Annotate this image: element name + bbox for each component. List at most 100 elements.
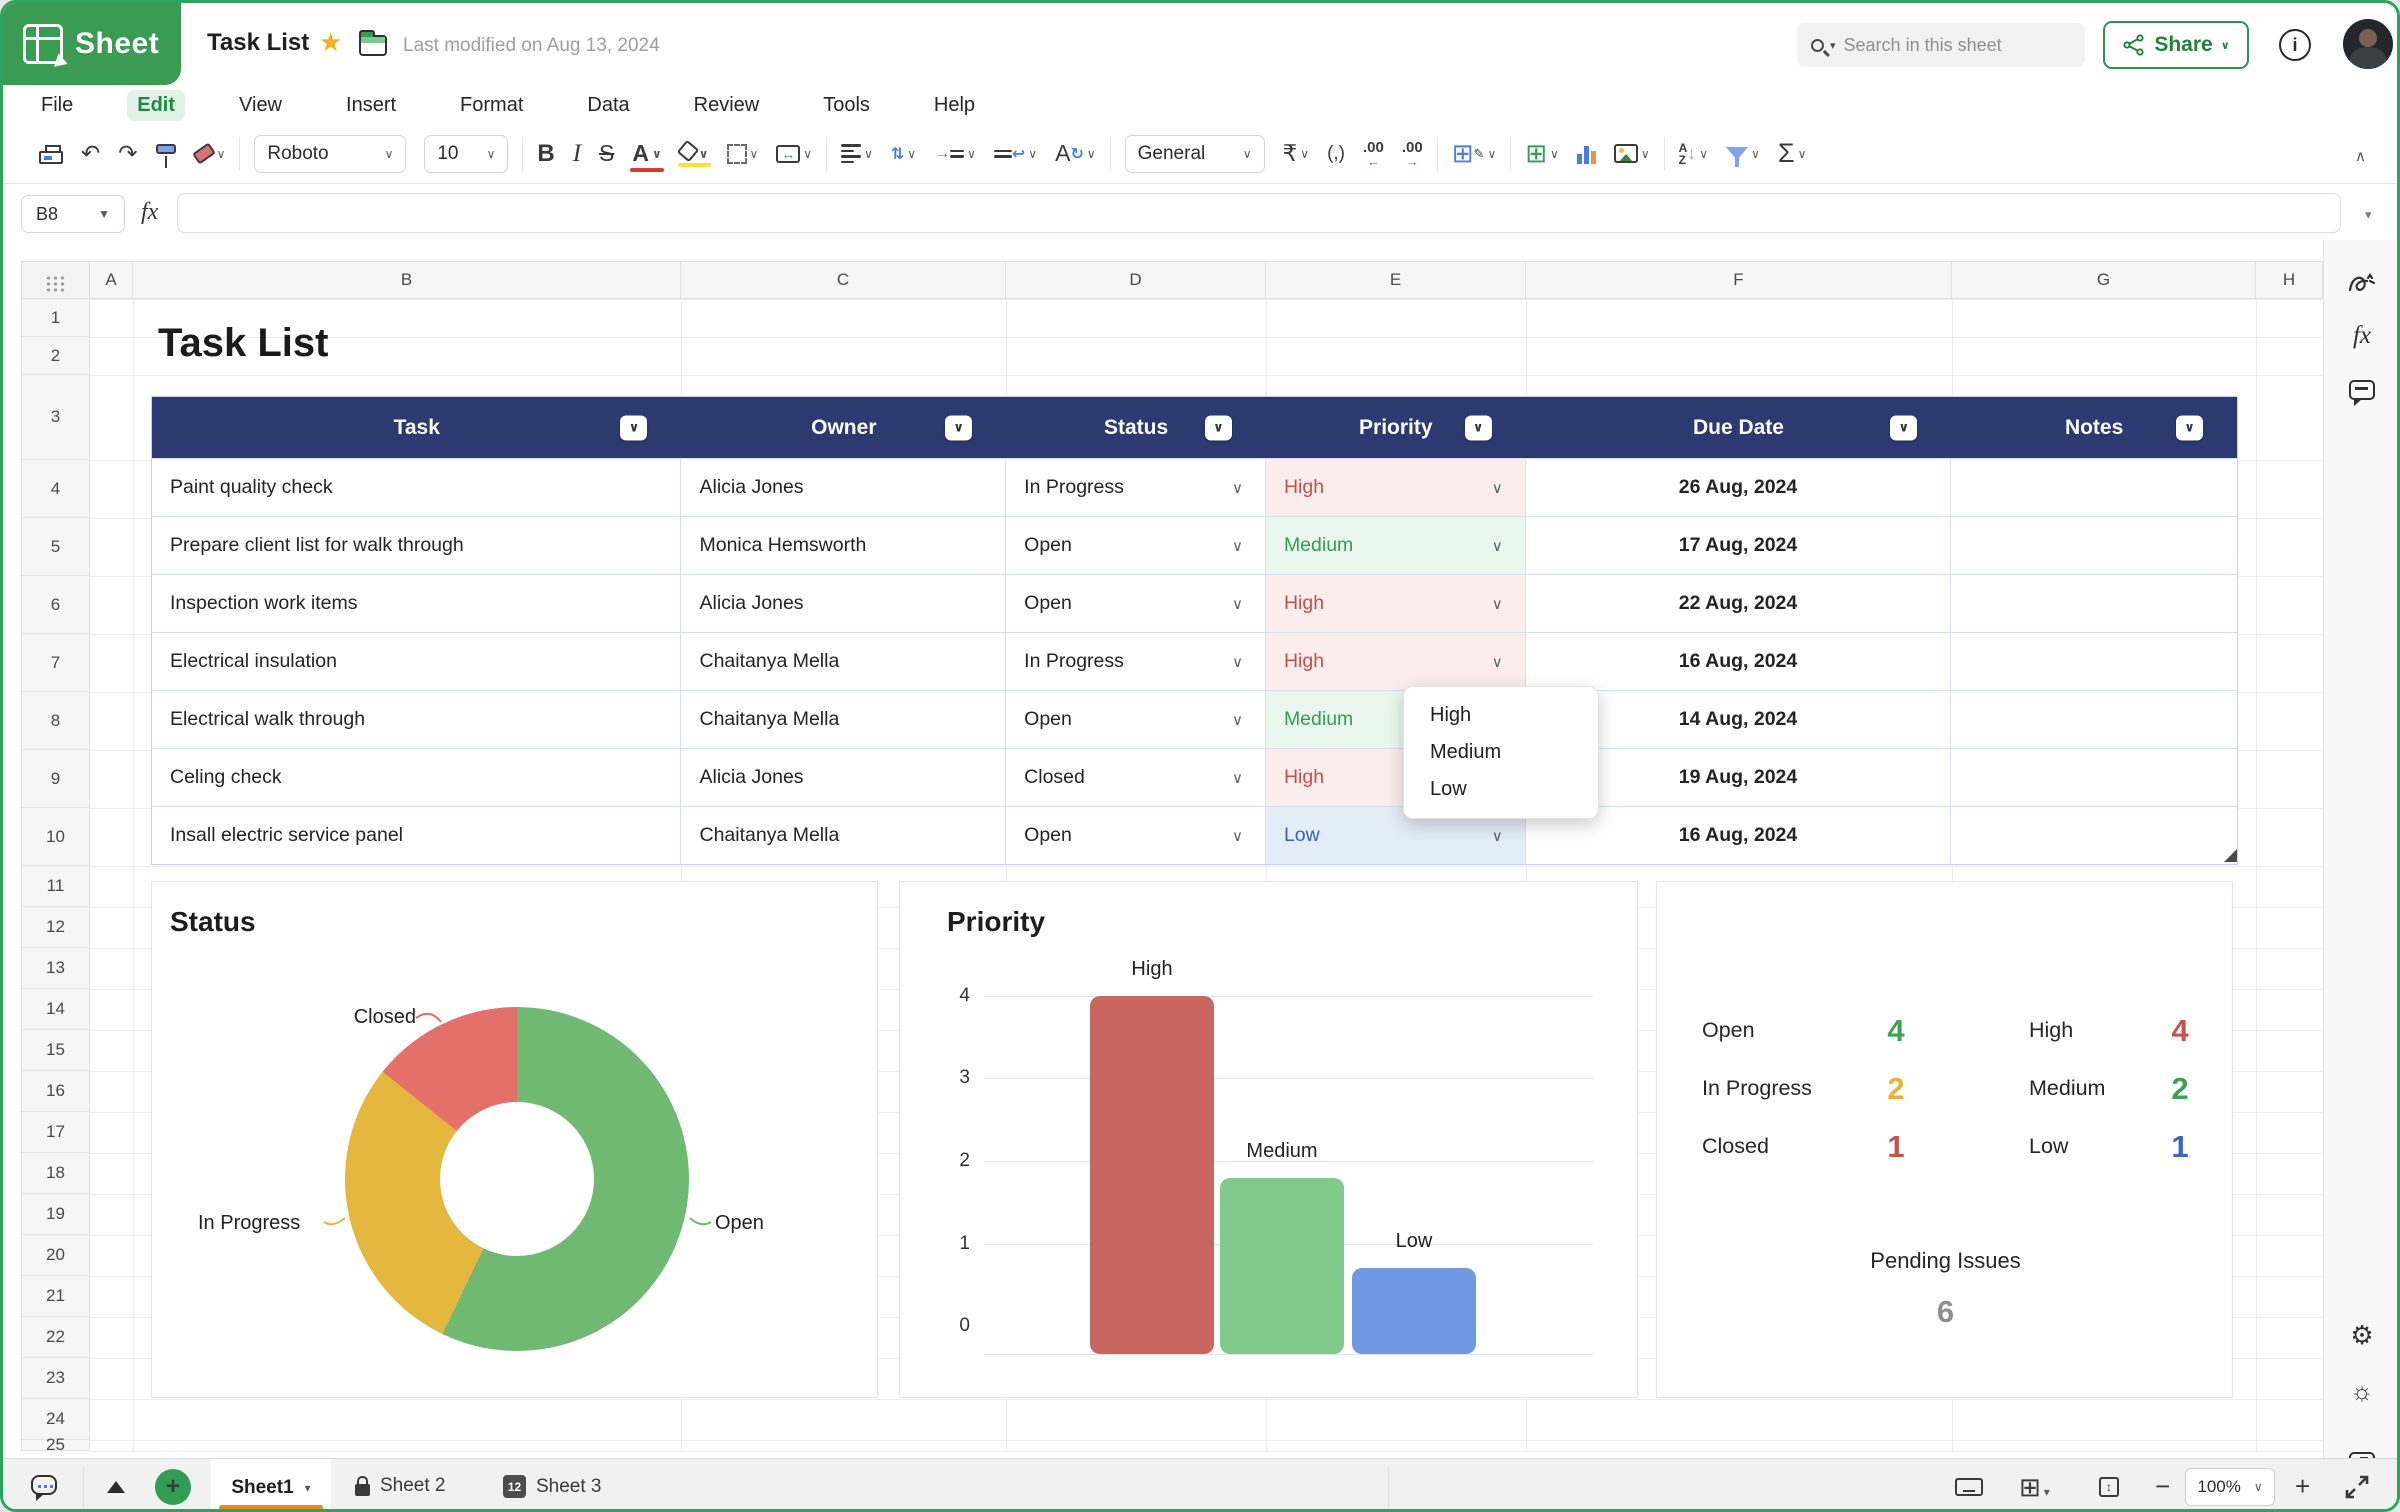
due-date-cell[interactable]: 26 Aug, 2024 <box>1526 459 1952 516</box>
column-header-F[interactable]: F <box>1526 261 1952 299</box>
format-painter-button[interactable] <box>156 144 176 164</box>
filter-button[interactable]: ∨ <box>1726 147 1760 161</box>
favorite-star-icon[interactable]: ★ <box>319 27 342 58</box>
filter-dropdown-icon[interactable]: ∨ <box>1205 415 1232 440</box>
filter-dropdown-icon[interactable]: ∨ <box>1465 415 1492 440</box>
priority-cell[interactable]: Medium∨ <box>1266 517 1526 574</box>
text-rotate-button[interactable]: A↻∨ <box>1055 140 1096 167</box>
sum-button[interactable]: Σ∨ <box>1778 138 1807 169</box>
user-avatar[interactable] <box>2343 19 2393 69</box>
menu-insert[interactable]: Insert <box>336 90 406 121</box>
priority-chart-card[interactable]: Priority 43210HighMediumLow <box>899 881 1638 1398</box>
due-date-cell[interactable]: 22 Aug, 2024 <box>1526 575 1952 632</box>
header-task[interactable]: Task∨ <box>152 397 681 458</box>
owner-cell[interactable]: Alicia Jones <box>681 459 1006 516</box>
column-header-E[interactable]: E <box>1266 261 1526 299</box>
filter-dropdown-icon[interactable]: ∨ <box>945 415 972 440</box>
comments-panel-icon[interactable] <box>2349 380 2375 400</box>
task-cell[interactable]: Paint quality check <box>152 459 681 516</box>
menu-data[interactable]: Data <box>577 90 639 121</box>
header-notes[interactable]: Notes∨ <box>1951 397 2237 458</box>
row-header-7[interactable]: 7 <box>21 634 90 692</box>
increase-decimal-button[interactable]: .00→ <box>1402 140 1423 168</box>
task-cell[interactable]: Inspection work items <box>152 575 681 632</box>
fullscreen-icon[interactable] <box>2343 1473 2371 1501</box>
insert-image-button[interactable]: ∨ <box>1614 144 1650 163</box>
row-header-14[interactable]: 14 <box>21 989 90 1030</box>
undo-button[interactable]: ↶ <box>81 140 100 167</box>
row-header-3[interactable]: 3 <box>21 375 90 460</box>
row-header-24[interactable]: 24 <box>21 1399 90 1440</box>
owner-cell[interactable]: Chaitanya Mella <box>681 633 1006 690</box>
strikethrough-button[interactable]: S <box>599 140 614 167</box>
menu-view[interactable]: View <box>229 90 292 121</box>
owner-cell[interactable]: Monica Hemsworth <box>681 517 1006 574</box>
italic-button[interactable]: I <box>573 140 581 168</box>
dropdown-option-medium[interactable]: Medium <box>1404 734 1598 771</box>
status-dropdown-icon[interactable]: ∨ <box>1232 711 1243 729</box>
notes-cell[interactable] <box>1951 575 2237 632</box>
status-cell[interactable]: Open∨ <box>1006 807 1266 864</box>
priority-dropdown-icon[interactable]: ∨ <box>1492 479 1503 497</box>
due-date-cell[interactable]: 17 Aug, 2024 <box>1526 517 1952 574</box>
zoom-in-button[interactable]: + <box>2295 1471 2310 1502</box>
sheet-search[interactable]: ▾ <box>1797 23 2085 67</box>
column-header-A[interactable]: A <box>90 261 133 299</box>
sheet-tab-2[interactable]: Sheet 2 <box>355 1475 446 1497</box>
status-dropdown-icon[interactable]: ∨ <box>1232 595 1243 613</box>
row-header-23[interactable]: 23 <box>21 1358 90 1399</box>
theme-toggle-icon[interactable]: ☼ <box>2350 1376 2374 1407</box>
owner-cell[interactable]: Chaitanya Mella <box>681 807 1006 864</box>
formula-bar-expand-icon[interactable]: ▾ <box>2365 207 2372 223</box>
status-cell[interactable]: Open∨ <box>1006 691 1266 748</box>
search-input[interactable] <box>1842 34 2042 57</box>
menu-file[interactable]: File <box>31 90 83 121</box>
row-header-22[interactable]: 22 <box>21 1317 90 1358</box>
row-header-19[interactable]: 19 <box>21 1194 90 1235</box>
task-cell[interactable]: Insall electric service panel <box>152 807 681 864</box>
info-icon[interactable]: i <box>2279 29 2311 61</box>
menu-tools[interactable]: Tools <box>813 90 880 121</box>
keyboard-shortcuts-icon[interactable] <box>1955 1478 1983 1496</box>
notes-cell[interactable] <box>1951 633 2237 690</box>
comma-format-button[interactable]: (,) <box>1327 143 1345 165</box>
column-header-D[interactable]: D <box>1006 261 1266 299</box>
header-due-date[interactable]: Due Date∨ <box>1526 397 1952 458</box>
folder-icon[interactable] <box>359 35 387 56</box>
status-cell[interactable]: Closed∨ <box>1006 749 1266 806</box>
insert-table-button[interactable]: ⊞∨ <box>1525 138 1559 169</box>
select-all-corner[interactable] <box>21 261 90 299</box>
collapse-toolbar-icon[interactable]: ∧ <box>2355 147 2366 165</box>
row-header-18[interactable]: 18 <box>21 1153 90 1194</box>
text-color-button[interactable]: A∨ <box>632 140 661 167</box>
function-panel-icon[interactable]: fx <box>2353 322 2371 350</box>
sheet-list-icon[interactable] <box>107 1481 125 1493</box>
column-header-H[interactable]: H <box>2256 261 2323 299</box>
row-header-1[interactable]: 1 <box>21 299 90 337</box>
status-chart-card[interactable]: Status Closed In Progress Open <box>151 881 878 1398</box>
column-header-C[interactable]: C <box>681 261 1006 299</box>
menu-help[interactable]: Help <box>924 90 985 121</box>
row-header-12[interactable]: 12 <box>21 907 90 948</box>
row-header-6[interactable]: 6 <box>21 576 90 634</box>
currency-format-button[interactable]: ₹∨ <box>1283 140 1309 167</box>
filter-dropdown-icon[interactable]: ∨ <box>1890 415 1917 440</box>
insert-chart-button[interactable] <box>1577 144 1596 164</box>
status-cell[interactable]: Open∨ <box>1006 575 1266 632</box>
priority-dropdown-icon[interactable]: ∨ <box>1492 537 1503 555</box>
row-header-11[interactable]: 11 <box>21 866 90 907</box>
menu-edit[interactable]: Edit <box>127 90 185 121</box>
column-header-B[interactable]: B <box>133 261 681 299</box>
priority-cell[interactable]: High∨ <box>1266 459 1526 516</box>
conditional-format-button[interactable]: ⊞✎∨ <box>1452 138 1497 169</box>
row-header-15[interactable]: 15 <box>21 1030 90 1071</box>
cell-name-box[interactable]: B8 ▼ <box>21 195 125 233</box>
row-header-21[interactable]: 21 <box>21 1276 90 1317</box>
text-wrap-button[interactable]: ↩∨ <box>994 144 1037 164</box>
task-cell[interactable]: Celing check <box>152 749 681 806</box>
notes-cell[interactable] <box>1951 807 2237 864</box>
status-cell[interactable]: In Progress∨ <box>1006 459 1266 516</box>
vertical-align-button[interactable]: ⇅∨ <box>891 144 916 164</box>
priority-dropdown-icon[interactable]: ∨ <box>1492 653 1503 671</box>
header-owner[interactable]: Owner∨ <box>681 397 1006 458</box>
